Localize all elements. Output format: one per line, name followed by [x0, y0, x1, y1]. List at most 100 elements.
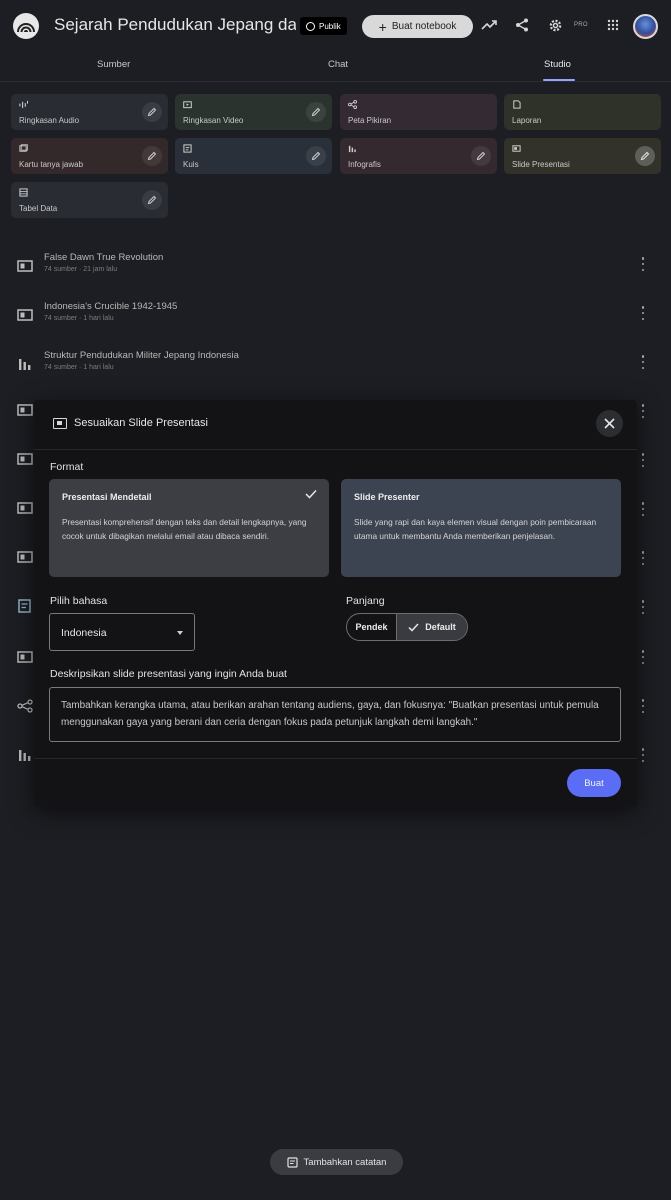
option-title: Presentasi Mendetail [62, 492, 152, 502]
length-option-default[interactable]: Default [397, 614, 467, 640]
list-item[interactable]: Struktur Pendudukan Militer Jepang Indon… [0, 348, 671, 388]
tile-infographic[interactable]: Infografis [340, 138, 497, 174]
item-title: Struktur Pendudukan Militer Jepang Indon… [44, 350, 239, 361]
plus-icon: + [378, 18, 387, 35]
item-title: False Dawn True Revolution [44, 252, 164, 263]
infographic-icon [19, 359, 31, 370]
note-icon [286, 1156, 298, 1168]
divider [34, 758, 637, 759]
tile-slide-presentation[interactable]: Slide Presentasi [504, 138, 661, 174]
tile-label: Infografis [348, 160, 381, 169]
create-notebook-button[interactable]: + Buat notebook [362, 15, 473, 38]
language-value: Indonesia [61, 627, 107, 639]
visibility-badge[interactable]: Publik [300, 17, 347, 35]
mind-map-icon [348, 100, 357, 109]
more-options-icon[interactable] [640, 306, 646, 320]
slides-icon [17, 551, 33, 563]
option-title: Slide Presenter [354, 492, 420, 502]
tab-studio[interactable]: Studio [544, 59, 571, 70]
format-option-detailed[interactable]: Presentasi Mendetail Presentasi komprehe… [49, 479, 329, 577]
infographic-icon [19, 750, 31, 761]
description-textarea[interactable]: Tambahkan kerangka utama, atau berikan a… [49, 687, 621, 742]
check-icon [305, 489, 317, 499]
tile-report[interactable]: Laporan [504, 94, 661, 130]
pro-badge: PRO [574, 22, 588, 28]
tile-label: Ringkasan Video [183, 116, 244, 125]
edit-pencil-icon[interactable] [142, 190, 162, 210]
more-options-icon[interactable] [640, 453, 646, 467]
dialog-title: Sesuaikan Slide Presentasi [74, 417, 208, 429]
tile-label: Peta Pikiran [348, 116, 392, 125]
list-item[interactable]: False Dawn True Revolution 74 sumber · 2… [0, 250, 671, 290]
table-icon [19, 188, 28, 197]
tile-quiz[interactable]: Kuis [175, 138, 332, 174]
more-options-icon[interactable] [640, 257, 646, 271]
length-option-short[interactable]: Pendek [347, 614, 397, 640]
audio-waveform-icon [19, 100, 28, 109]
language-label: Pilih bahasa [50, 595, 108, 607]
check-icon [408, 622, 419, 632]
apps-grid-icon[interactable] [604, 16, 622, 34]
settings-gear-icon[interactable] [546, 16, 564, 34]
format-option-presenter[interactable]: Slide Presenter Slide yang rapi dan kaya… [341, 479, 621, 577]
tile-mind-map[interactable]: Peta Pikiran [340, 94, 497, 130]
option-description: Presentasi komprehensif dengan teks dan … [62, 517, 307, 541]
tile-audio-overview[interactable]: Ringkasan Audio [11, 94, 168, 130]
create-button[interactable]: Buat [567, 769, 621, 797]
slides-icon [17, 502, 33, 514]
slides-icon [17, 404, 33, 416]
divider [34, 449, 637, 450]
active-tab-indicator [543, 79, 575, 81]
more-options-icon[interactable] [640, 502, 646, 516]
list-item[interactable]: Indonesia's Crucible 1942-1945 74 sumber… [0, 299, 671, 339]
slides-icon [53, 418, 67, 429]
describe-label: Deskripsikan slide presentasi yang ingin… [50, 668, 287, 680]
edit-pencil-icon[interactable] [471, 146, 491, 166]
more-options-icon[interactable] [640, 748, 646, 762]
edit-pencil-icon[interactable] [306, 102, 326, 122]
tile-label: Kuis [183, 160, 199, 169]
tile-label: Kartu tanya jawab [19, 160, 84, 169]
add-note-button[interactable]: Tambahkan catatan [270, 1149, 403, 1175]
item-title: Indonesia's Crucible 1942-1945 [44, 301, 178, 312]
close-icon [604, 418, 615, 429]
analytics-icon[interactable] [480, 16, 498, 34]
main-tabs: Sumber Chat Studio [0, 52, 671, 82]
item-meta: 74 sumber · 21 jam lalu [44, 266, 118, 273]
item-meta: 74 sumber · 1 hari lalu [44, 315, 114, 322]
tile-flashcards[interactable]: Kartu tanya jawab [11, 138, 168, 174]
more-options-icon[interactable] [640, 699, 646, 713]
notebooklm-logo-icon[interactable] [13, 13, 39, 39]
edit-pencil-icon[interactable] [306, 146, 326, 166]
more-options-icon[interactable] [640, 650, 646, 664]
length-segmented-control: Pendek Default [346, 613, 468, 641]
edit-pencil-icon[interactable] [142, 146, 162, 166]
more-options-icon[interactable] [640, 355, 646, 369]
infographic-icon [348, 145, 356, 153]
tile-video-overview[interactable]: Ringkasan Video [175, 94, 332, 130]
tile-label: Ringkasan Audio [19, 116, 80, 125]
language-select[interactable]: Indonesia [49, 613, 195, 651]
tile-data-table[interactable]: Tabel Data [11, 182, 168, 218]
more-options-icon[interactable] [640, 404, 646, 418]
share-icon[interactable] [513, 16, 531, 34]
notebook-title[interactable]: Sejarah Pendudukan Jepang dan Pe [54, 15, 296, 35]
more-options-icon[interactable] [640, 551, 646, 565]
dropdown-caret-icon [177, 631, 183, 635]
tab-sumber[interactable]: Sumber [97, 59, 130, 70]
edit-pencil-icon[interactable] [142, 102, 162, 122]
report-icon [513, 100, 521, 109]
tab-chat[interactable]: Chat [328, 59, 348, 70]
visibility-label: Publik [319, 21, 341, 31]
video-icon [183, 101, 192, 109]
user-avatar[interactable] [633, 14, 658, 39]
tile-label: Laporan [512, 116, 542, 125]
globe-icon [306, 21, 315, 31]
more-options-icon[interactable] [640, 600, 646, 614]
create-notebook-label: Buat notebook [391, 21, 457, 32]
close-button[interactable] [596, 410, 623, 437]
quiz-icon [183, 144, 192, 153]
flashcard-icon [19, 144, 28, 152]
edit-pencil-icon[interactable] [635, 146, 655, 166]
tile-label: Slide Presentasi [512, 160, 570, 169]
